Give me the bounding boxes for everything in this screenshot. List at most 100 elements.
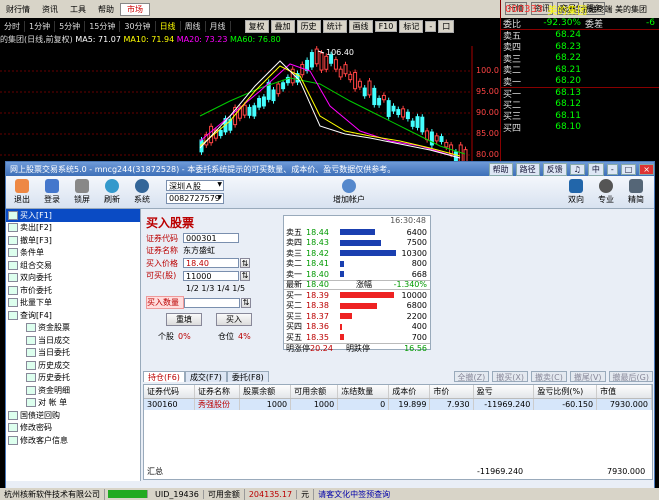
column-header[interactable]: 可用余额: [291, 385, 339, 398]
login-button[interactable]: 登录: [38, 179, 66, 205]
column-header[interactable]: 证券代码: [144, 385, 195, 398]
fraction-links[interactable]: 1/2 1/3 1/4 1/5: [146, 282, 286, 295]
tool-button[interactable]: 统计: [322, 19, 347, 33]
sidebar-item[interactable]: 历史成交: [6, 359, 140, 372]
sidebar-item[interactable]: 双向委托: [6, 272, 140, 285]
sidebar-item[interactable]: 资金股票: [6, 322, 140, 335]
position-value: 4%: [238, 331, 251, 341]
pro-button[interactable]: 专业: [592, 179, 620, 205]
buy-button[interactable]: 买入: [216, 313, 252, 326]
column-header[interactable]: 盈亏比例(%): [534, 385, 598, 398]
kline-chart[interactable]: 106.40 100.0 95.00 90.00 85.00 80.00: [0, 46, 500, 161]
refresh-button[interactable]: 刷新: [98, 179, 126, 205]
max-refresh[interactable]: ⇅: [240, 270, 250, 281]
tab-holdings[interactable]: 持仓(F6): [143, 371, 185, 382]
column-header[interactable]: 冻结数量: [338, 385, 390, 398]
cancel-sell-button[interactable]: 撤卖(C): [531, 371, 567, 382]
period-item[interactable]: 周线: [181, 20, 206, 32]
tool-button[interactable]: 标记: [399, 19, 424, 33]
lock-icon: [75, 179, 89, 193]
sidebar-item[interactable]: 对 帐 单: [6, 397, 140, 410]
news-ticker[interactable]: 请客文化中签预查询: [314, 489, 394, 500]
qty-input[interactable]: [184, 297, 240, 308]
period-item[interactable]: 15分钟: [85, 20, 121, 32]
period-item[interactable]: 月线: [206, 20, 231, 32]
sidebar-item[interactable]: 修改客户信息: [6, 434, 140, 447]
sidebar-item[interactable]: 撤单[F3]: [6, 234, 140, 247]
sidebar-item[interactable]: 卖出[F2]: [6, 222, 140, 235]
sidebar-item[interactable]: 资金明细: [6, 384, 140, 397]
level-volume: 700: [411, 332, 427, 342]
period-item[interactable]: 分时: [0, 20, 25, 32]
close-button[interactable]: ×: [639, 163, 654, 175]
tool-button[interactable]: 历史: [296, 19, 321, 33]
candle: [410, 120, 415, 127]
menu-item-market[interactable]: 市场: [120, 2, 150, 16]
help-button[interactable]: 帮助: [488, 162, 513, 176]
period-item[interactable]: 1分钟: [25, 20, 56, 32]
tool-button[interactable]: 画线: [348, 19, 373, 33]
sidebar-item[interactable]: 当日委托: [6, 347, 140, 360]
lang-button[interactable]: 中: [587, 162, 604, 176]
code-input[interactable]: 000301: [183, 233, 239, 244]
sidebar-item[interactable]: 买入[F1]: [6, 209, 140, 222]
account-select[interactable]: 0082727579: [166, 193, 224, 204]
column-header[interactable]: 股票余额: [240, 385, 292, 398]
cancel-last-button[interactable]: 撤最后(G): [608, 371, 653, 382]
bidirectional-button[interactable]: 双向: [562, 179, 590, 205]
candle: [362, 87, 367, 97]
sidebar-item[interactable]: 历史委托: [6, 372, 140, 385]
exit-button[interactable]: 退出: [8, 179, 36, 205]
sidebar-item[interactable]: 当日成交: [6, 334, 140, 347]
price-input[interactable]: 18.40: [183, 258, 239, 269]
sidebar-item[interactable]: 国债逆回购: [6, 409, 140, 422]
candle: [357, 80, 362, 88]
tool-button[interactable]: 叠加: [270, 19, 295, 33]
minimize-button[interactable]: -: [606, 163, 618, 175]
menu-item[interactable]: 工具: [64, 4, 92, 15]
menu-item[interactable]: 帮助: [92, 4, 120, 15]
level-label: 卖五: [286, 227, 302, 237]
maximize-button[interactable]: □: [620, 163, 637, 175]
cancel-tail-button[interactable]: 撤尾(V): [569, 371, 606, 382]
cancel-all-button[interactable]: 全撤(Z): [453, 371, 490, 382]
sidebar-item[interactable]: 查询[F4]: [6, 309, 140, 322]
period-item[interactable]: 5分钟: [55, 20, 86, 32]
feedback-button[interactable]: 反馈: [542, 162, 567, 176]
table-row[interactable]: 300160 秀强股份 1000 1000 0 19.899 7.930 -11969.240…: [144, 399, 652, 410]
lock-button[interactable]: 锁屏: [68, 179, 96, 205]
add-account-button[interactable]: 增加帐户: [324, 179, 374, 205]
candle: [415, 116, 420, 128]
menu-item[interactable]: 资讯: [36, 4, 64, 15]
column-header[interactable]: 证券名称: [195, 385, 241, 398]
sidebar-item[interactable]: 组合交易: [6, 259, 140, 272]
tool-button[interactable]: 复权: [244, 19, 269, 33]
sidebar-item[interactable]: 批量下单: [6, 297, 140, 310]
column-header[interactable]: 市价: [430, 385, 474, 398]
tool-button[interactable]: 口: [438, 19, 455, 33]
system-button[interactable]: 系统: [128, 179, 156, 205]
period-item[interactable]: 30分钟: [120, 20, 156, 32]
column-header[interactable]: 市值: [597, 385, 652, 398]
menu-item[interactable]: 财行情: [0, 4, 36, 15]
price-stepper[interactable]: ⇅: [240, 258, 250, 269]
tool-button[interactable]: F10: [374, 20, 398, 32]
sidebar-item[interactable]: 条件单: [6, 247, 140, 260]
reset-button[interactable]: 重填: [166, 313, 202, 326]
market-select[interactable]: 深圳Ａ股: [166, 180, 224, 191]
tab-orders[interactable]: 委托(F8): [226, 371, 269, 382]
period-item-daily[interactable]: 日线: [156, 20, 181, 32]
sound-button[interactable]: ♫: [569, 163, 585, 175]
latest-value: 18.40: [306, 280, 329, 290]
simple-button[interactable]: 精简: [622, 179, 650, 205]
qty-stepper[interactable]: ⇅: [241, 297, 251, 308]
sidebar-item[interactable]: 市价委托: [6, 284, 140, 297]
tool-button[interactable]: -: [425, 20, 437, 32]
path-button[interactable]: 路径: [515, 162, 540, 176]
cancel-buy-button[interactable]: 撤买(X): [492, 371, 528, 382]
column-header[interactable]: 成本价: [389, 385, 431, 398]
level-price: 68.13: [555, 88, 581, 99]
column-header[interactable]: 盈亏: [474, 385, 535, 398]
sidebar-item[interactable]: 修改密码: [6, 422, 140, 435]
tab-fills[interactable]: 成交(F7): [184, 371, 227, 382]
